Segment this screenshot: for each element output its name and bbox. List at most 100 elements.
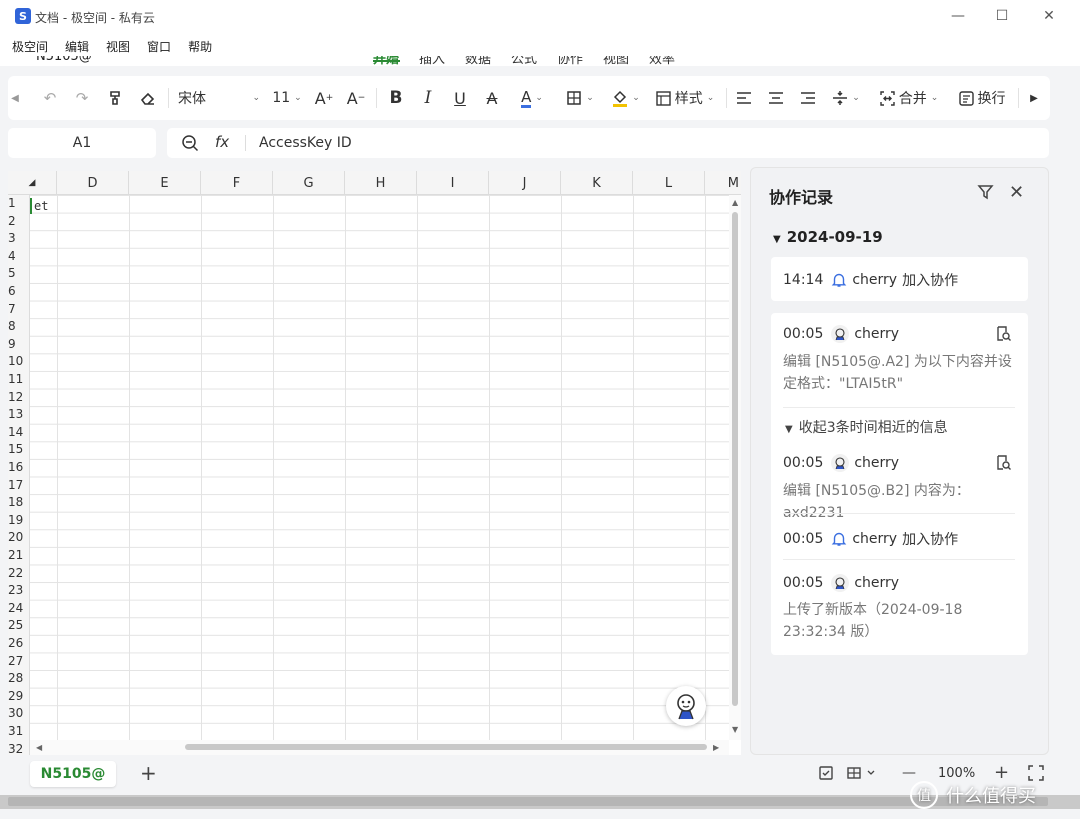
row-header-cell[interactable]: 12 (8, 389, 30, 407)
row-header-cell[interactable]: 1 (8, 195, 30, 213)
row-header-cell[interactable]: 20 (8, 529, 30, 547)
column-header-cell[interactable]: M (705, 171, 741, 195)
row-header-cell[interactable]: 4 (8, 248, 30, 266)
row-header-cell[interactable]: 13 (8, 406, 30, 424)
scroll-down-icon[interactable]: ▼ (732, 725, 738, 734)
font-size-select[interactable]: 11 ⌄ (270, 86, 304, 110)
filter-icon[interactable] (977, 184, 994, 205)
row-header-cell[interactable]: 6 (8, 283, 30, 301)
column-header-cell[interactable]: J (489, 171, 561, 195)
row-header-cell[interactable]: 32 (8, 741, 30, 755)
formula-bar[interactable]: fx AccessKey ID (167, 128, 1049, 158)
scroll-right-icon[interactable]: ▶ (713, 743, 719, 752)
row-header-cell[interactable]: 14 (8, 424, 30, 442)
menu-help[interactable]: 帮助 (188, 34, 217, 56)
column-header-cell[interactable]: G (273, 171, 345, 195)
tab-data[interactable]: 数据 (465, 56, 491, 66)
row-header-cell[interactable]: 26 (8, 635, 30, 653)
format-painter-icon[interactable] (104, 86, 128, 110)
sheet-tab[interactable]: N5105@ (30, 761, 116, 787)
fx-icon[interactable]: fx (215, 133, 229, 151)
row-header-cell[interactable]: 16 (8, 459, 30, 477)
align-center-icon[interactable] (764, 86, 788, 110)
row-header-cell[interactable]: 10 (8, 353, 30, 371)
maximize-button[interactable]: ☐ (990, 6, 1014, 26)
column-header-cell[interactable]: I (417, 171, 489, 195)
column-header-cell[interactable]: F (201, 171, 273, 195)
vertical-scrollbar[interactable]: ▲ ▼ (729, 195, 741, 740)
row-header-cell[interactable]: 11 (8, 371, 30, 389)
row-header-cell[interactable]: 24 (8, 600, 30, 618)
column-header-cell[interactable]: K (561, 171, 633, 195)
select-all-corner[interactable]: ◢ (8, 171, 57, 195)
style-button[interactable]: 样式 ⌄ (652, 86, 718, 110)
cell-area[interactable] (30, 195, 730, 740)
spreadsheet-grid[interactable]: ◢ D E F G H I J K L M 1 2 3 4 5 6 7 8 9 10 11 12 13 1… (8, 171, 741, 755)
row-header-cell[interactable]: 30 (8, 705, 30, 723)
row-header-cell[interactable]: 18 (8, 494, 30, 512)
fill-color-button[interactable]: ⌄ (606, 86, 646, 110)
assistant-avatar-button[interactable] (666, 686, 706, 726)
font-family-select[interactable]: 宋体 ⌄ (178, 86, 260, 110)
row-header-cell[interactable]: 5 (8, 265, 30, 283)
date-group-header[interactable]: ▼ 2024-09-19 (773, 228, 883, 246)
tab-collab[interactable]: 协作 (557, 56, 583, 66)
row-header-cell[interactable]: 25 (8, 617, 30, 635)
view-detail-icon[interactable] (995, 325, 1012, 346)
row-header-cell[interactable]: 21 (8, 547, 30, 565)
row-header-cell[interactable]: 28 (8, 670, 30, 688)
scroll-right-icon[interactable]: ▶ (1026, 86, 1042, 110)
minimize-button[interactable]: — (946, 6, 970, 26)
tab-efficiency[interactable]: 效率 (649, 56, 675, 66)
row-header-cell[interactable]: 27 (8, 653, 30, 671)
decrease-font-icon[interactable]: A − (344, 86, 368, 110)
cell-name-box[interactable]: A1 (8, 128, 156, 158)
horizontal-scroll-thumb[interactable] (185, 744, 707, 750)
row-header-cell[interactable]: 17 (8, 477, 30, 495)
tab-view[interactable]: 视图 (603, 56, 629, 66)
menu-window[interactable]: 窗口 (147, 34, 176, 56)
redo-icon[interactable]: ↷ (70, 86, 94, 110)
bold-icon[interactable]: B (384, 86, 408, 110)
horizontal-scrollbar[interactable]: ◀ ▶ (30, 740, 729, 755)
view-detail-icon[interactable] (995, 454, 1012, 475)
tab-insert[interactable]: 插入 (419, 56, 445, 66)
scroll-left-icon[interactable]: ◀ (8, 86, 22, 110)
row-header-cell[interactable]: 8 (8, 318, 30, 336)
strikethrough-icon[interactable]: A (480, 86, 504, 110)
row-header-cell[interactable]: 9 (8, 336, 30, 354)
cell-a1-overflow-text[interactable]: et (30, 198, 48, 214)
row-header-cell[interactable]: 22 (8, 565, 30, 583)
row-header-cell[interactable]: 2 (8, 213, 30, 231)
data-validation-icon[interactable] (818, 765, 834, 785)
vertical-align-button[interactable]: ⌄ (828, 86, 864, 110)
panel-close-icon[interactable]: ✕ (1009, 182, 1024, 203)
wrap-text-button[interactable]: 换行 (954, 86, 1010, 110)
menu-edit[interactable]: 编辑 (65, 34, 94, 56)
window-bottom-scroll-thumb[interactable] (8, 797, 1048, 806)
row-header-cell[interactable]: 31 (8, 723, 30, 741)
undo-icon[interactable]: ↶ (38, 86, 62, 110)
merge-button[interactable]: 合并 ⌄ (876, 86, 942, 110)
row-header-cell[interactable]: 29 (8, 688, 30, 706)
zoom-formula-icon[interactable] (181, 134, 199, 156)
collapse-group-toggle[interactable]: ▼ 收起3条时间相近的信息 (785, 417, 948, 437)
italic-icon[interactable]: I (416, 86, 440, 110)
underline-icon[interactable]: U (448, 86, 472, 110)
formula-input[interactable]: AccessKey ID (259, 135, 352, 151)
close-window-button[interactable]: ✕ (1037, 6, 1061, 26)
column-header-cell[interactable]: H (345, 171, 417, 195)
align-right-icon[interactable] (796, 86, 820, 110)
document-name[interactable]: N5105@ (36, 56, 92, 64)
column-header-cell[interactable]: D (57, 171, 129, 195)
eraser-icon[interactable] (136, 86, 160, 110)
add-sheet-button[interactable]: + (140, 761, 157, 785)
tab-formula[interactable]: 公式 (511, 56, 537, 66)
menu-view[interactable]: 视图 (106, 34, 135, 56)
row-header-cell[interactable]: 19 (8, 512, 30, 530)
scroll-up-icon[interactable]: ▲ (732, 198, 738, 207)
font-color-button[interactable]: A ⌄ (512, 86, 552, 110)
view-mode-icon[interactable] (846, 765, 876, 785)
menu-jikongjian[interactable]: 极空间 (0, 34, 53, 56)
vertical-scroll-thumb[interactable] (732, 212, 738, 706)
